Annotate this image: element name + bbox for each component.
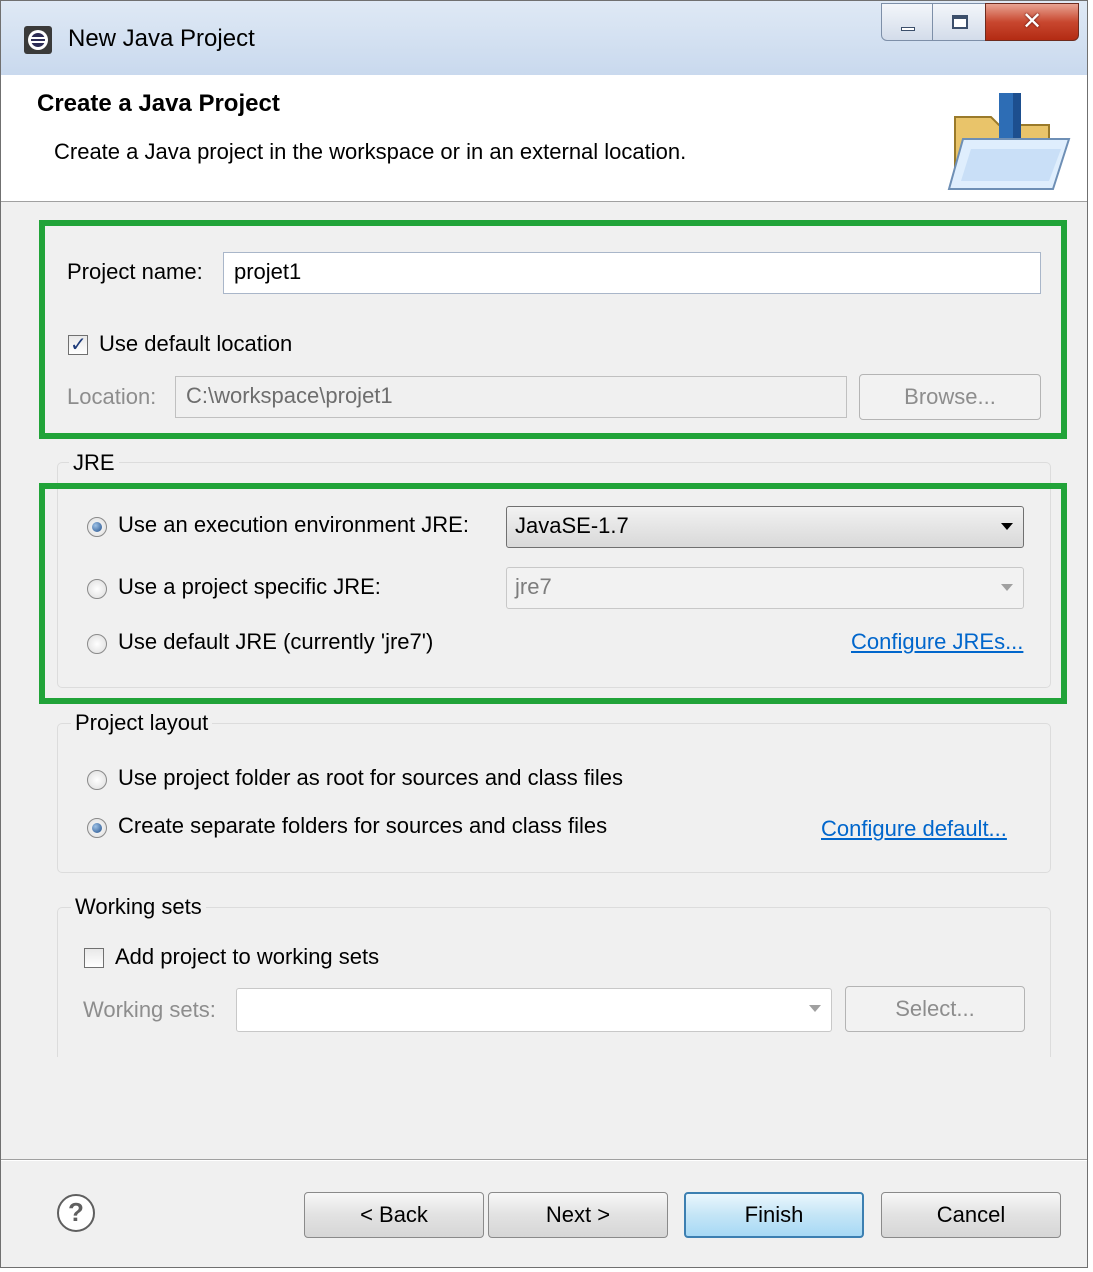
- working-sets-select[interactable]: [236, 988, 832, 1032]
- select-working-sets-button[interactable]: Select...: [845, 986, 1025, 1032]
- layout-root-label: Use project folder as root for sources a…: [118, 765, 624, 790]
- finish-button-label: Finish: [744, 1202, 804, 1227]
- next-button-label: Next >: [545, 1202, 611, 1227]
- page-description: Create a Java project in the workspace o…: [54, 139, 687, 164]
- maximize-icon: [952, 15, 968, 29]
- jre-highlight-box: [39, 483, 1067, 704]
- minimize-icon: [901, 27, 915, 31]
- layout-separate-label: Create separate folders for sources and …: [118, 813, 608, 838]
- page-title: Create a Java Project: [37, 90, 280, 117]
- maximize-button[interactable]: [932, 3, 986, 41]
- working-sets-group: [57, 907, 1051, 1057]
- minimize-button[interactable]: [881, 3, 933, 41]
- project-layout-group-title: Project layout: [71, 710, 213, 736]
- working-sets-label: Working sets:: [83, 997, 216, 1022]
- layout-root-radio[interactable]: [87, 770, 107, 790]
- close-icon: ✕: [1021, 7, 1043, 35]
- eclipse-app-icon: [24, 26, 52, 54]
- footer-separator: [1, 1159, 1087, 1161]
- title-bar: New Java Project ✕: [1, 1, 1087, 76]
- working-sets-group-title: Working sets: [71, 894, 206, 920]
- cancel-button-label: Cancel: [936, 1202, 1006, 1227]
- wizard-header: Create a Java Project Create a Java proj…: [1, 75, 1087, 202]
- finish-button[interactable]: Finish: [684, 1192, 864, 1238]
- help-icon[interactable]: ?: [57, 1194, 95, 1232]
- add-to-working-sets-label: Add project to working sets: [115, 944, 380, 969]
- layout-separate-radio[interactable]: [87, 818, 107, 838]
- back-button[interactable]: < Back: [304, 1192, 484, 1238]
- cancel-button[interactable]: Cancel: [881, 1192, 1061, 1238]
- dropdown-arrow-icon: [809, 1005, 821, 1012]
- add-to-working-sets-checkbox[interactable]: [84, 948, 104, 968]
- project-layout-group: [57, 723, 1051, 873]
- project-highlight-box: [39, 220, 1067, 439]
- new-java-project-dialog: New Java Project ✕ Create a Java Project…: [0, 0, 1088, 1268]
- window-title: New Java Project: [68, 25, 255, 52]
- java-project-folder-icon: [947, 93, 1071, 190]
- select-button-label: Select...: [895, 996, 975, 1021]
- jre-group-title: JRE: [69, 450, 119, 476]
- configure-default-link[interactable]: Configure default...: [821, 816, 1007, 842]
- back-button-label: < Back: [360, 1202, 428, 1227]
- next-button[interactable]: Next >: [488, 1192, 668, 1238]
- close-button[interactable]: ✕: [985, 3, 1079, 41]
